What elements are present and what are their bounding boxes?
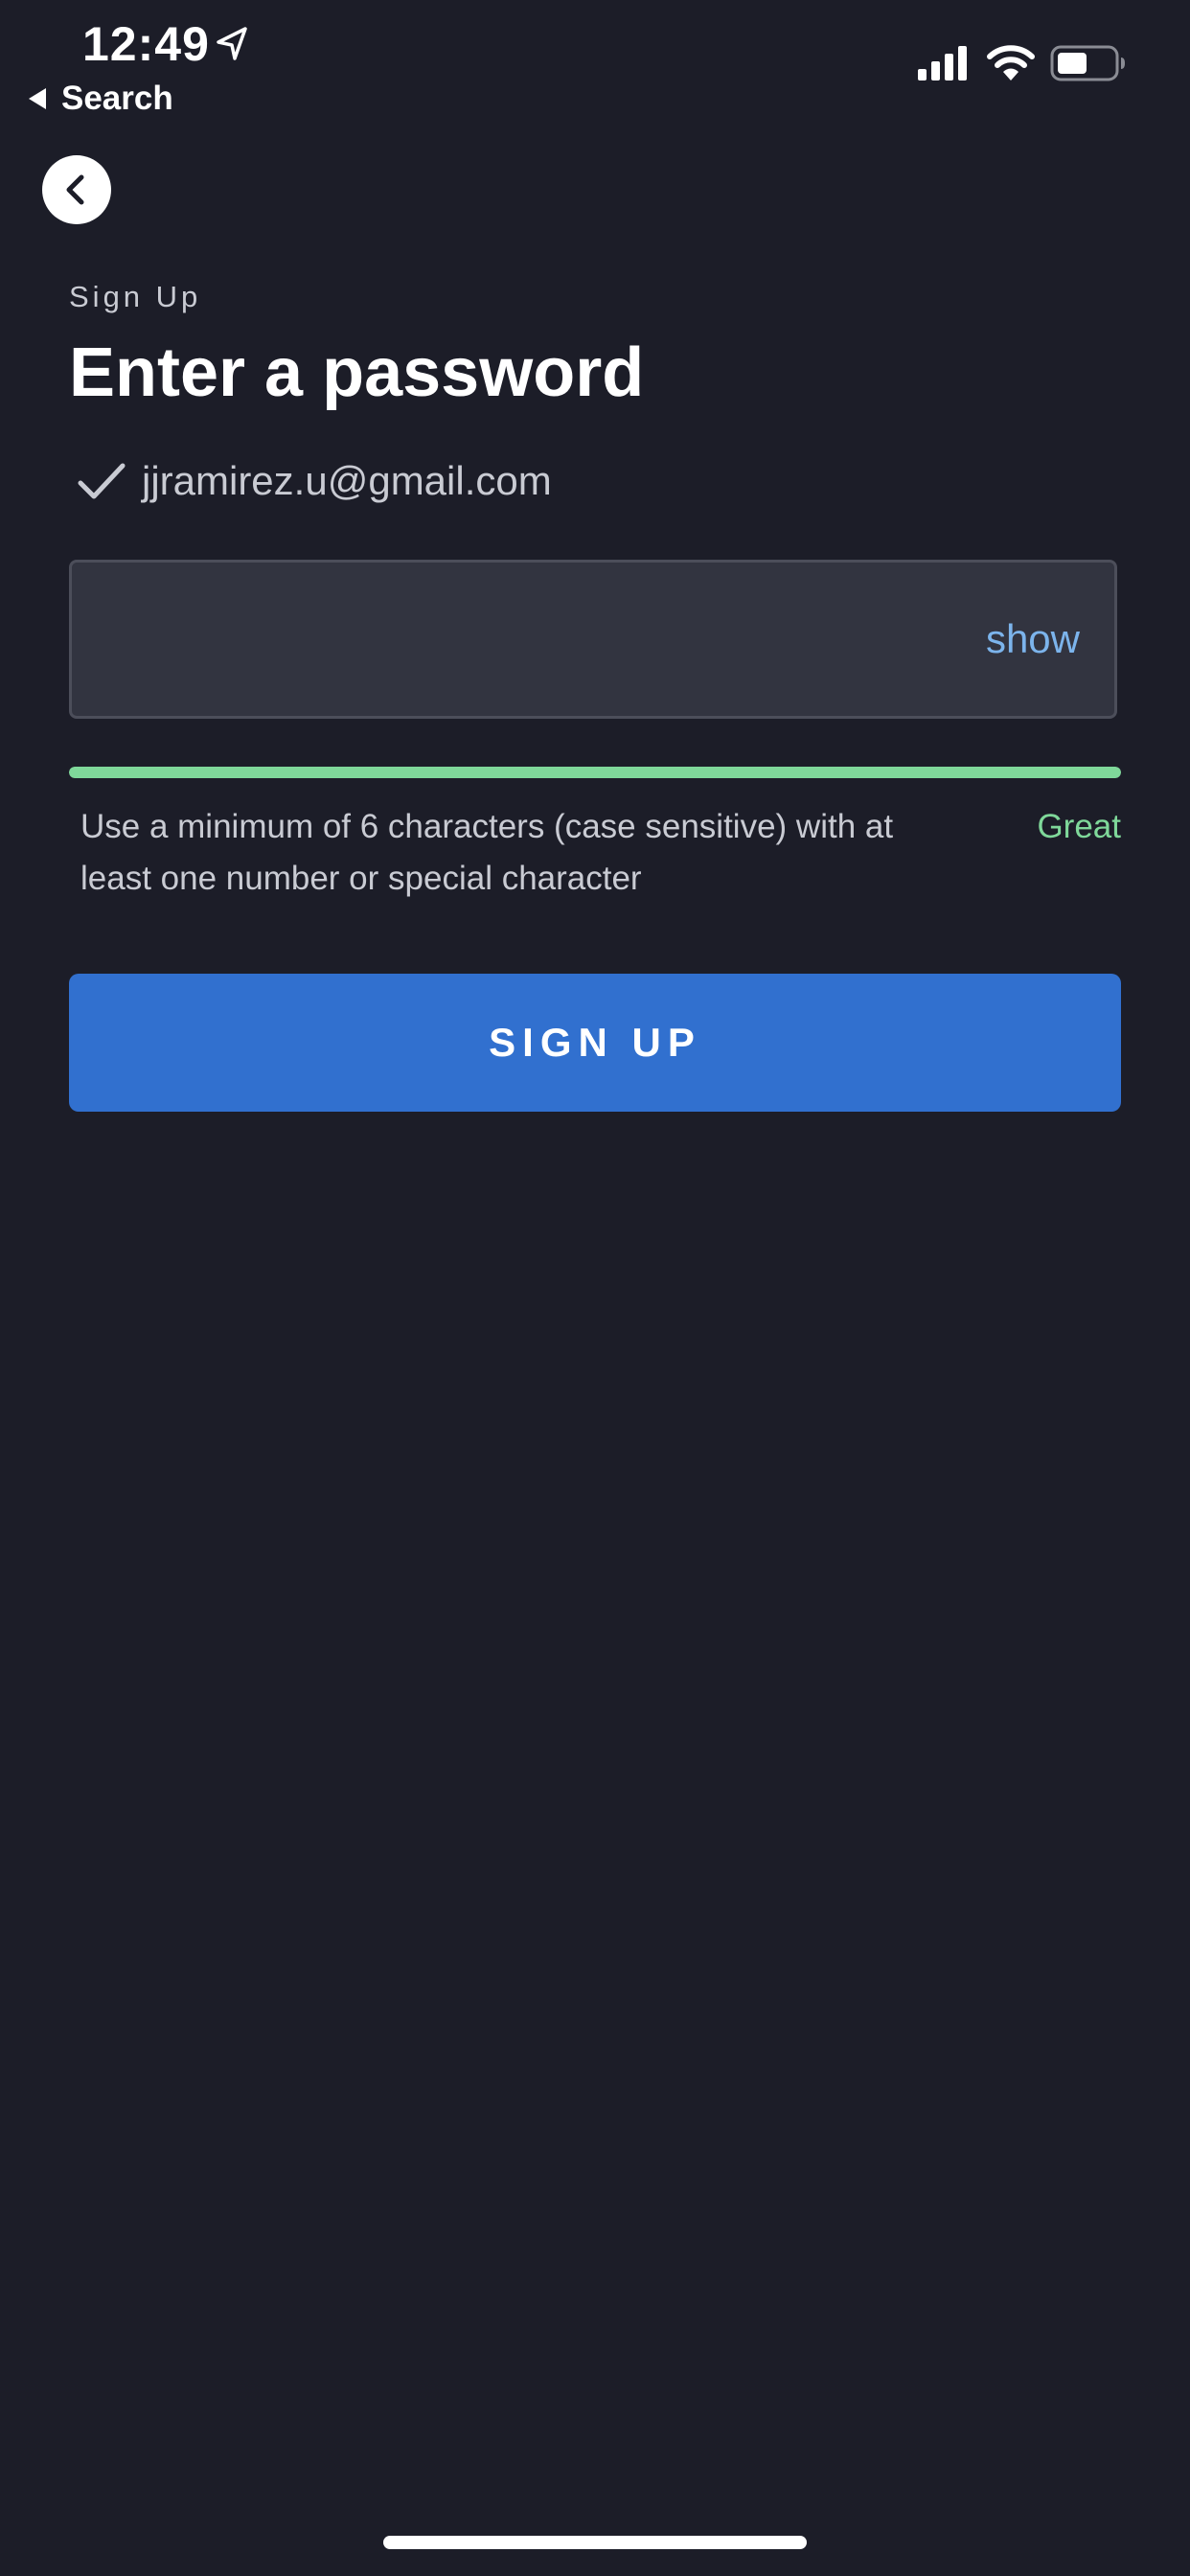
battery-icon — [1050, 45, 1125, 81]
back-to-search-link[interactable]: Search — [29, 77, 173, 121]
screen-eyebrow: Sign Up — [69, 280, 202, 313]
password-requirements-hint: Use a minimum of 6 characters (case sens… — [80, 808, 894, 897]
password-strength-label: Great — [1037, 808, 1121, 845]
back-button[interactable] — [42, 155, 111, 224]
back-to-search-label: Search — [61, 80, 173, 117]
email-address: jjramirez.u@gmail.com — [142, 458, 552, 503]
verified-email-row: jjramirez.u@gmail.com — [77, 454, 552, 508]
sign-up-button[interactable]: SIGN UP — [69, 974, 1121, 1112]
password-input[interactable] — [95, 582, 923, 699]
password-strength-fill — [69, 767, 1121, 778]
back-triangle-icon — [29, 88, 46, 109]
password-field[interactable]: show — [69, 560, 1117, 719]
password-strength-meter — [69, 767, 1121, 778]
cellular-signal-icon — [918, 46, 967, 80]
status-time: 12:49 — [82, 17, 210, 71]
checkmark-icon — [78, 463, 126, 499]
wifi-icon — [987, 45, 1035, 80]
show-password-toggle[interactable]: show — [986, 616, 1080, 662]
home-indicator[interactable] — [383, 2536, 807, 2549]
page-title: Enter a password — [69, 334, 645, 411]
chevron-left-icon — [66, 174, 84, 205]
location-arrow-icon — [217, 27, 247, 60]
